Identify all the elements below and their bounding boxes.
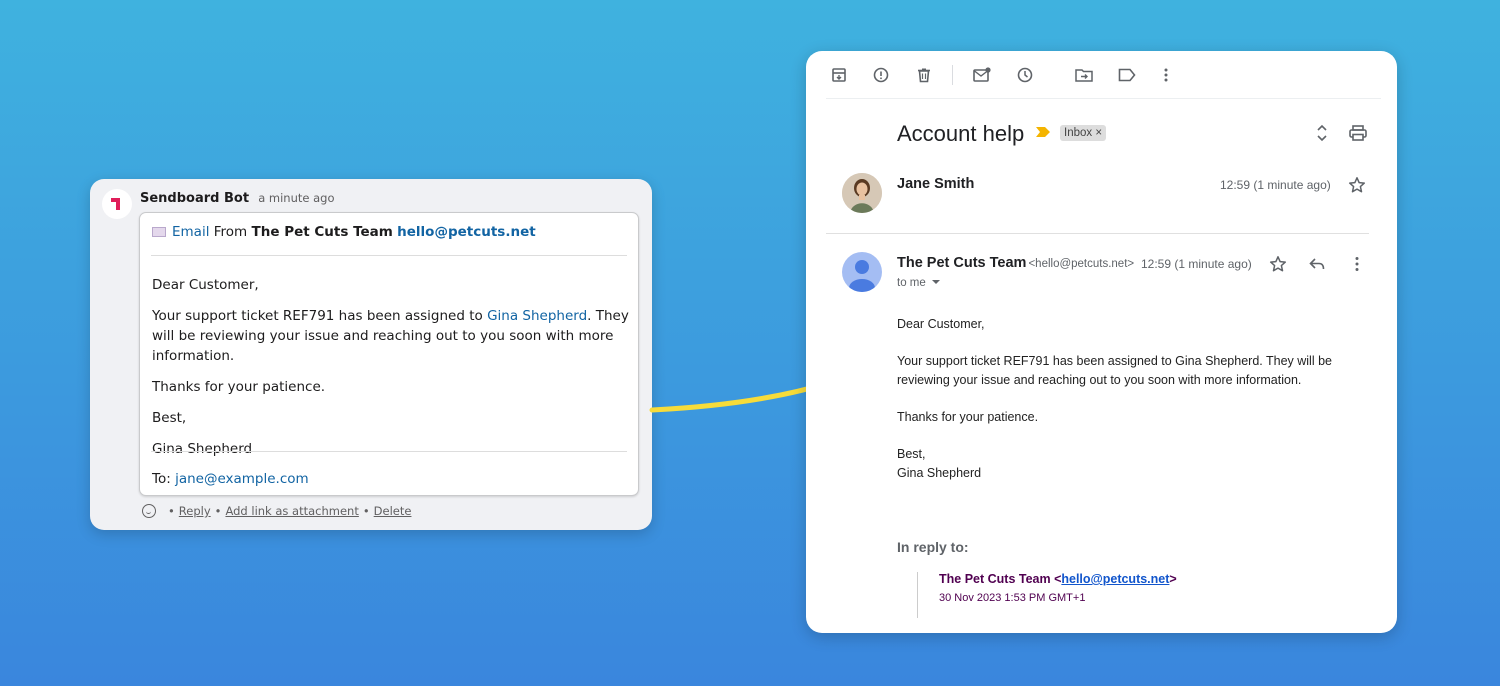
delete-icon[interactable] xyxy=(914,65,934,85)
email-greeting: Dear Customer, xyxy=(152,277,259,293)
thread-subject: Account help xyxy=(897,121,1025,146)
from-email-link[interactable]: hello@petcuts.net xyxy=(397,224,536,240)
bot-name[interactable]: Sendboard Bot xyxy=(140,191,249,206)
important-marker-icon[interactable] xyxy=(1036,127,1050,137)
sender-name: The Pet Cuts Team <hello@petcuts.net> xyxy=(897,255,1135,271)
email-recipient: To: jane@example.com xyxy=(152,471,309,487)
mark-unread-icon[interactable] xyxy=(972,65,992,85)
thread-toolbar xyxy=(806,51,1397,99)
body-thanks: Thanks for your patience. xyxy=(897,410,1039,424)
email-header: Email From The Pet Cuts Team hello@petcu… xyxy=(152,224,536,240)
body-signoff: Best, Gina Shepherd xyxy=(897,447,982,480)
inbox-label-chip[interactable]: Inbox × xyxy=(1060,125,1107,141)
archive-icon[interactable] xyxy=(829,65,849,85)
from-name: The Pet Cuts Team xyxy=(251,224,393,240)
email-link[interactable]: Email xyxy=(172,224,209,240)
more-icon[interactable] xyxy=(1156,65,1176,85)
assignee-name: Gina Shepherd xyxy=(487,308,588,324)
quote-sender: The Pet Cuts Team <hello@petcuts.net> xyxy=(939,572,1177,586)
quoted-reply: The Pet Cuts Team <hello@petcuts.net> 30… xyxy=(917,572,1177,618)
toolbar-divider xyxy=(826,98,1381,99)
add-link-attachment-link[interactable]: Add link as attachment xyxy=(225,504,358,518)
slack-message-card: Sendboard Bot a minute ago Email From Th… xyxy=(90,179,652,530)
remove-label-icon[interactable]: × xyxy=(1095,127,1102,139)
in-reply-to-heading: In reply to: xyxy=(897,539,969,555)
message-body: Dear Customer, Your support ticket REF79… xyxy=(897,315,1367,501)
to-label: To: xyxy=(152,471,171,487)
message-actions: • Reply • Add link as attachment • Delet… xyxy=(142,504,411,518)
sendboard-logo-icon xyxy=(111,198,120,210)
add-reaction-icon[interactable] xyxy=(142,504,156,518)
sender-email: <hello@petcuts.net> xyxy=(1028,258,1135,270)
message-header: Sendboard Bot a minute ago xyxy=(140,191,335,206)
quote-email-link[interactable]: hello@petcuts.net xyxy=(1061,572,1169,586)
reply-icon[interactable] xyxy=(1308,255,1326,273)
star-icon[interactable] xyxy=(1348,176,1366,194)
default-avatar-icon[interactable] xyxy=(842,252,882,292)
delete-link[interactable]: Delete xyxy=(374,504,412,518)
email-body: Dear Customer, Your support ticket REF79… xyxy=(152,275,632,470)
email-thanks: Thanks for your patience. xyxy=(152,379,326,395)
more-options-icon[interactable] xyxy=(1348,255,1366,273)
sender-avatar-photo[interactable] xyxy=(842,173,882,213)
email-paragraph: Your support ticket REF791 has been assi… xyxy=(152,308,629,364)
bot-avatar[interactable] xyxy=(102,189,132,219)
recipient-details-toggle[interactable]: to me xyxy=(897,277,940,289)
quote-date: 30 Nov 2023 1:53 PM GMT+1 xyxy=(939,592,1086,604)
divider xyxy=(151,255,627,256)
envelope-icon xyxy=(152,227,166,237)
move-to-icon[interactable] xyxy=(1074,65,1094,85)
from-label: From xyxy=(213,224,248,240)
body-greeting: Dear Customer, xyxy=(897,317,985,331)
expand-all-icon[interactable] xyxy=(1312,123,1332,143)
gmail-thread-card: Account help Inbox × Jane Smith 12:59 (1… xyxy=(806,51,1397,633)
body-paragraph: Your support ticket REF791 has been assi… xyxy=(897,354,1332,387)
report-spam-icon[interactable] xyxy=(871,65,891,85)
email-signature: Gina Shepherd xyxy=(152,441,253,457)
message-time: 12:59 (1 minute ago) xyxy=(1220,178,1331,192)
print-icon[interactable] xyxy=(1348,123,1368,143)
message-time: 12:59 (1 minute ago) xyxy=(1141,257,1252,271)
to-email-link[interactable]: jane@example.com xyxy=(175,471,309,487)
message-divider xyxy=(826,233,1369,234)
snooze-icon[interactable] xyxy=(1015,65,1035,85)
divider xyxy=(151,451,627,452)
sender-name[interactable]: Jane Smith xyxy=(897,176,974,192)
email-attachment: Email From The Pet Cuts Team hello@petcu… xyxy=(139,212,639,496)
star-icon[interactable] xyxy=(1269,255,1287,273)
label-icon[interactable] xyxy=(1117,65,1137,85)
body-signature: Gina Shepherd xyxy=(897,466,982,480)
toolbar-separator xyxy=(952,65,953,85)
chevron-down-icon xyxy=(931,280,940,284)
email-signoff: Best, xyxy=(152,410,187,426)
reply-link[interactable]: Reply xyxy=(179,504,211,518)
message-timestamp[interactable]: a minute ago xyxy=(258,191,334,205)
